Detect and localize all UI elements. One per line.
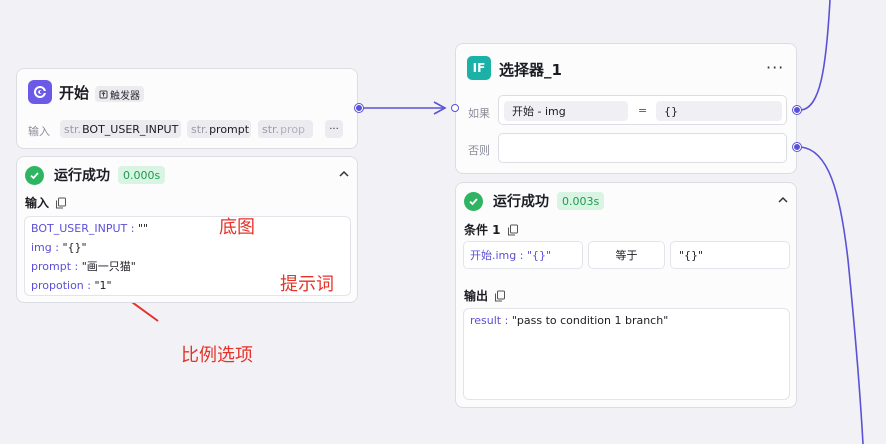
annotation-base-image: 底图 [219, 217, 255, 238]
copy-icon[interactable] [494, 290, 506, 302]
copy-icon[interactable] [55, 197, 67, 209]
start-output-port[interactable] [355, 104, 363, 112]
if-branch-label: 如果 [468, 107, 490, 120]
condition-right-operand[interactable]: {} [656, 101, 782, 121]
json-value: "1" [94, 279, 112, 292]
chevron-up-icon[interactable] [776, 193, 790, 207]
output-section-title: 输出 [464, 289, 489, 303]
annotation-ratio-option: 比例选项 [181, 345, 253, 366]
json-line: BOT_USER_INPUT : "" [31, 219, 344, 238]
condition-left-cell: 开始.img : "{}" [463, 241, 583, 269]
param-chip[interactable]: str. prompt [187, 120, 251, 138]
else-output-port[interactable] [793, 143, 801, 151]
if-condition-box[interactable]: 开始 - img = {} [498, 95, 787, 125]
condition-operator-cell: 等于 [588, 241, 665, 269]
check-circle-icon [464, 191, 483, 211]
json-value: "" [137, 222, 149, 235]
json-colon: : [71, 260, 82, 273]
condition-right-cell: "{}" [670, 241, 790, 269]
run-status: 运行成功 [54, 168, 110, 184]
trigger-icon [99, 90, 108, 98]
chevron-up-icon[interactable] [337, 167, 351, 181]
json-key: BOT_USER_INPUT [31, 222, 128, 235]
json-colon: : [127, 222, 138, 235]
json-value: "pass to condition 1 branch" [511, 314, 669, 327]
json-value: "{}" [62, 241, 87, 254]
param-name: prompt [209, 122, 250, 136]
trigger-badge: 触发器 [95, 86, 144, 102]
condition-section-title: 条件 1 [464, 223, 501, 237]
annotation-prompt: 提示词 [280, 274, 334, 295]
param-type: str. [262, 122, 280, 136]
json-colon: : [501, 314, 512, 327]
json-key: img [31, 241, 52, 254]
json-colon: : [51, 241, 63, 254]
selector-result-panel: 运行成功 0.003s 条件 1 开始.img : "{}" 等于 "{}" 输… [455, 182, 797, 408]
selector-title: 选择器_1 [499, 61, 562, 79]
output-json-box: result : "pass to condition 1 branch" [463, 308, 790, 400]
json-line: img : "{}" [31, 238, 344, 257]
run-time-badge: 0.000s [118, 166, 166, 184]
param-chip[interactable]: str. prop [258, 120, 313, 138]
start-node[interactable]: 开始 触发器 输入 str. BOT_USER_INPUT str. promp… [16, 68, 358, 149]
param-chip[interactable]: str. BOT_USER_INPUT [60, 120, 181, 138]
param-name: BOT_USER_INPUT [82, 122, 179, 136]
param-name: prop [280, 122, 306, 136]
json-colon: : [83, 279, 95, 292]
start-input-label: 输入 [28, 125, 50, 138]
output-section-label: 输出 [464, 287, 506, 304]
json-key: propotion [31, 279, 84, 292]
condition-left-operand[interactable]: 开始 - img [504, 101, 628, 121]
if-icon: IF [467, 56, 491, 80]
result-header: 运行成功 0.003s [464, 191, 605, 211]
input-section-title: 输入 [25, 196, 50, 210]
json-key: prompt [31, 260, 72, 273]
selector-node[interactable]: IF 选择器_1 ··· 如果 开始 - img = {} 否则 [455, 43, 797, 174]
start-node-icon [28, 80, 52, 104]
input-section-label: 输入 [25, 194, 67, 211]
run-status: 运行成功 [493, 194, 549, 210]
param-type: str. [64, 122, 82, 136]
json-value: "画一只猫" [81, 260, 136, 273]
selector-input-port[interactable] [451, 104, 459, 112]
copy-icon[interactable] [507, 224, 519, 236]
else-branch-label: 否则 [468, 144, 490, 157]
if-output-port[interactable] [793, 106, 801, 114]
condition-section-label: 条件 1 [464, 221, 519, 238]
trigger-badge-label: 触发器 [110, 90, 140, 102]
more-options-button[interactable]: ··· [766, 58, 784, 77]
start-node-title: 开始 [59, 84, 90, 102]
check-circle-icon [25, 165, 44, 185]
json-line: result : "pass to condition 1 branch" [470, 311, 783, 330]
run-time-badge: 0.003s [557, 192, 605, 210]
param-type: str. [191, 122, 209, 136]
result-header: 运行成功 0.000s [25, 165, 166, 185]
json-key: result [470, 314, 502, 327]
more-params-button[interactable]: ··· [325, 120, 343, 138]
condition-operator[interactable]: = [638, 104, 647, 117]
else-branch-box[interactable] [498, 133, 787, 163]
condition-left-value: 开始.img : "{}" [470, 249, 552, 262]
